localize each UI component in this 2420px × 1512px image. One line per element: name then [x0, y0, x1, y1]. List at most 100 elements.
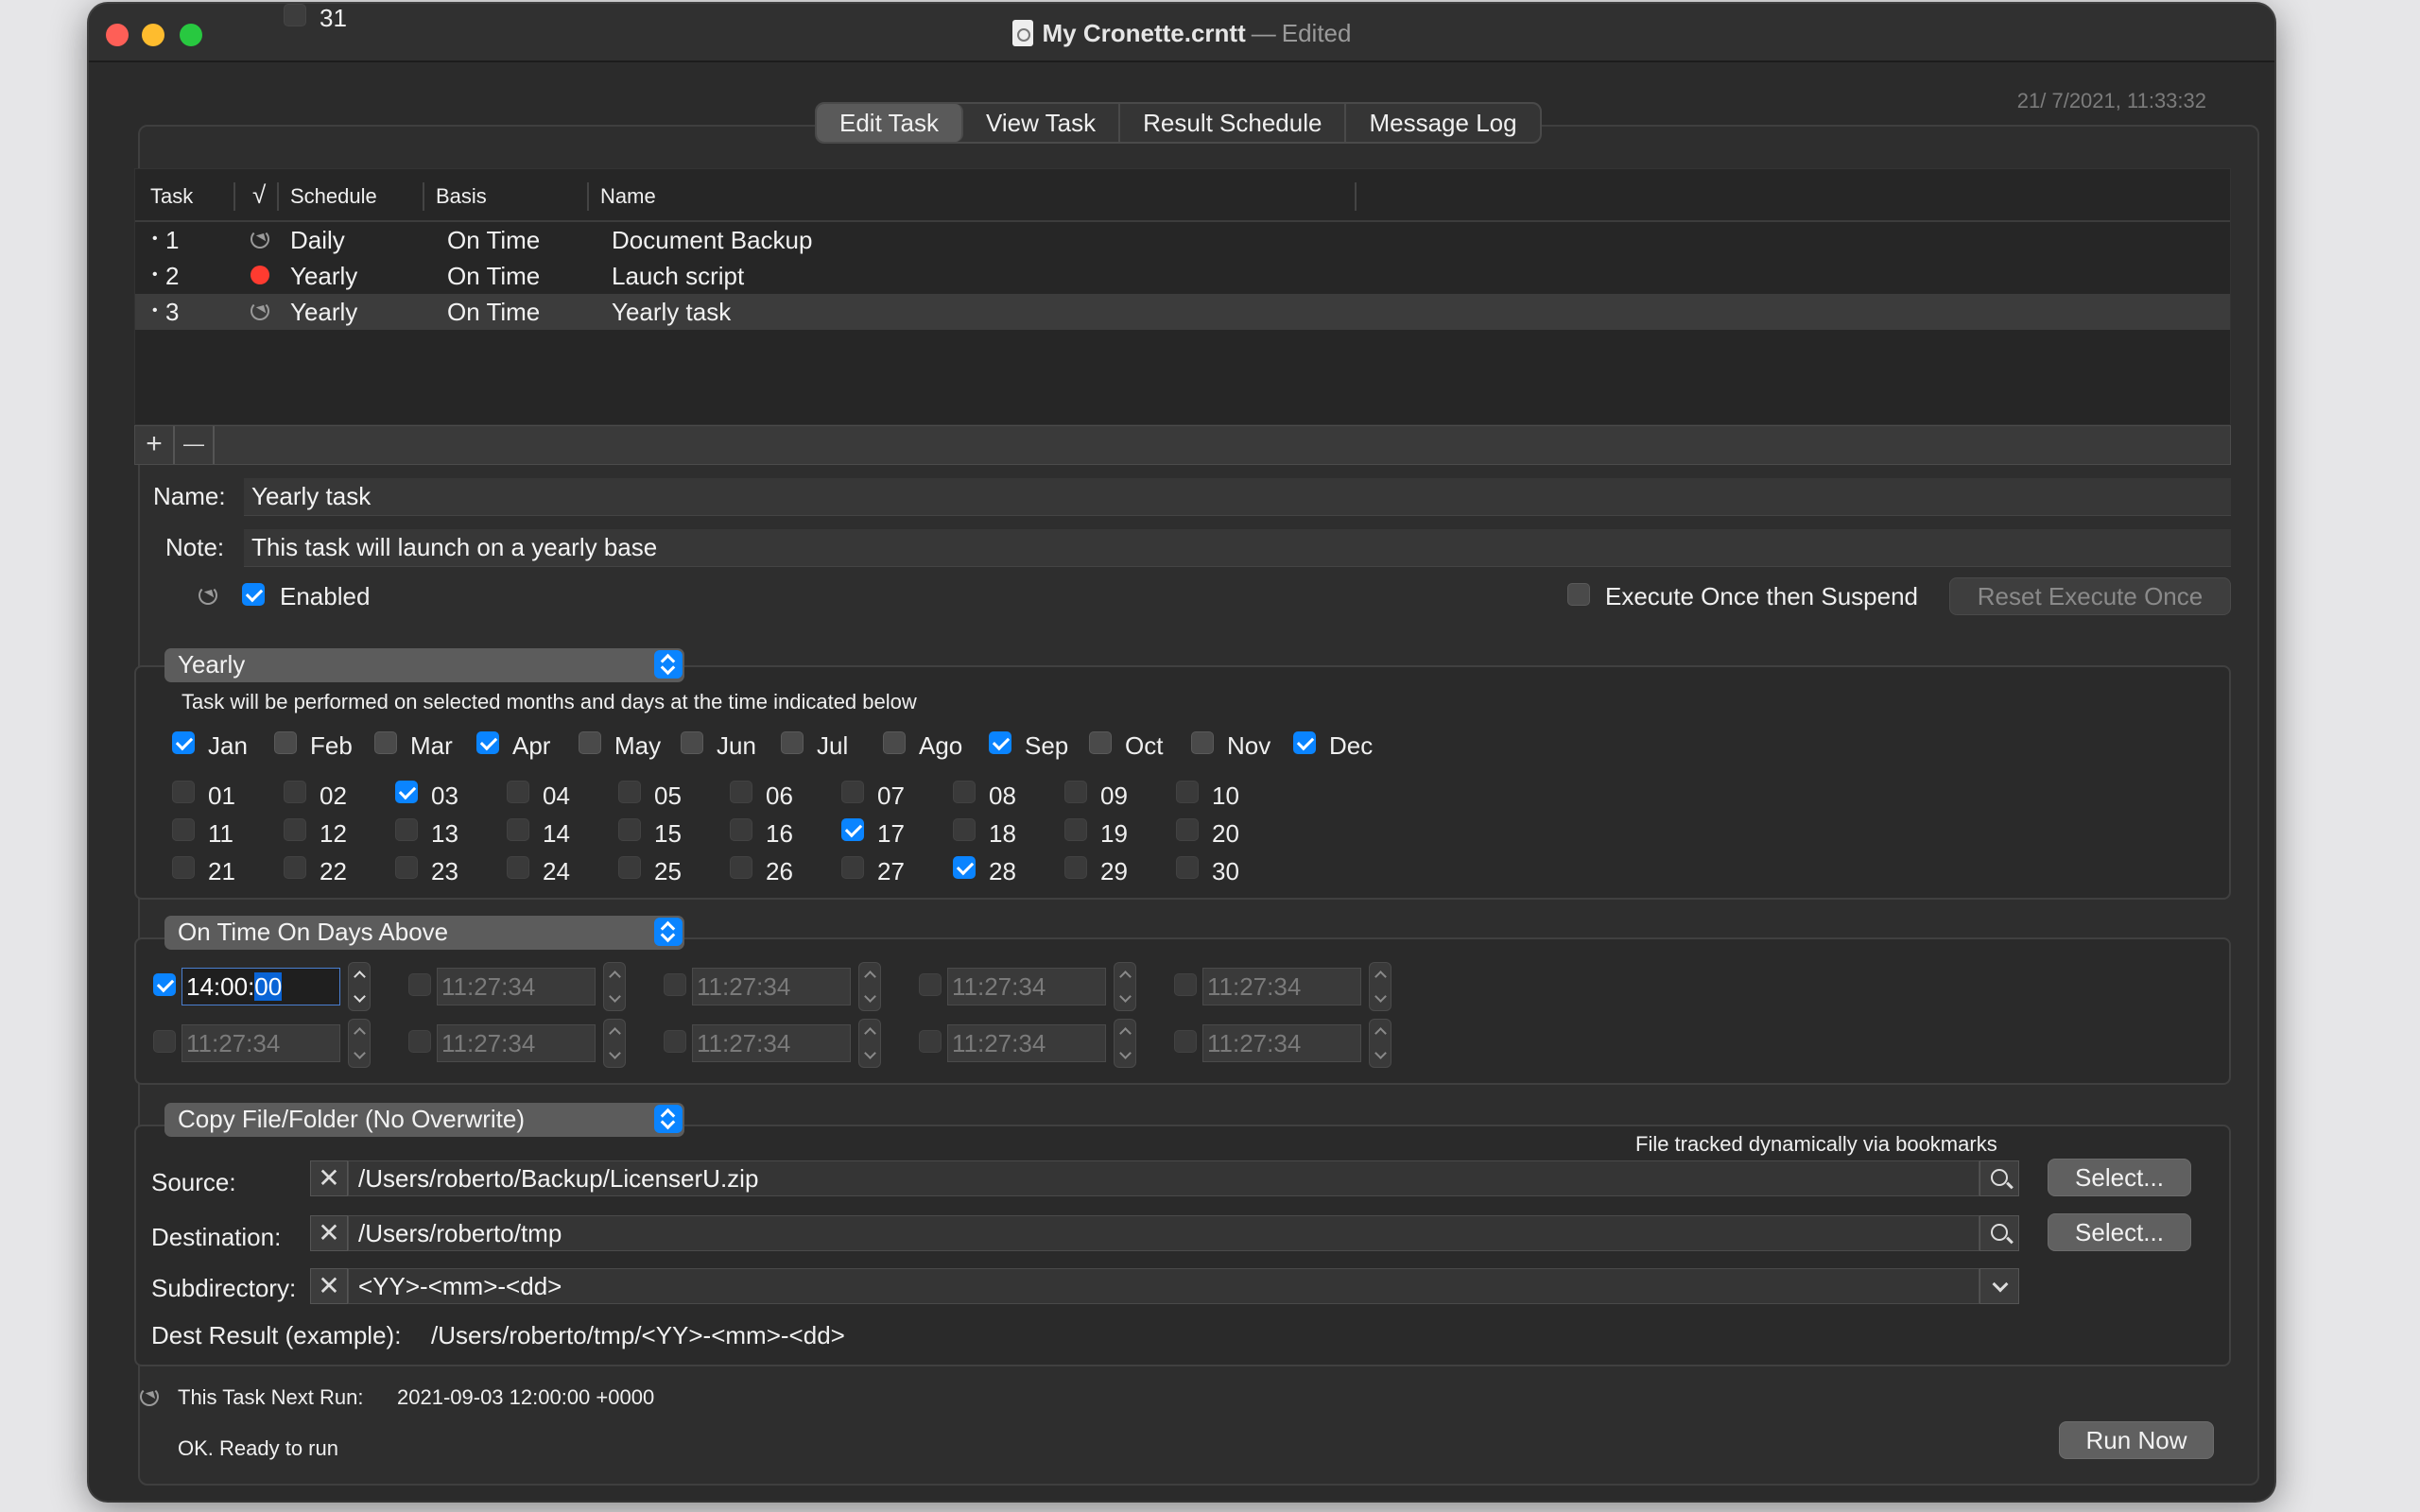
day-checkbox-02[interactable] [284, 781, 306, 803]
enabled-checkbox[interactable] [242, 583, 265, 606]
time-enable-checkbox[interactable] [408, 973, 431, 996]
month-checkbox-jul[interactable] [781, 731, 804, 754]
table-row[interactable]: • 2 Yearly On Time Lauch script [135, 258, 2230, 294]
day-checkbox-22[interactable] [284, 856, 306, 879]
day-checkbox-11[interactable] [172, 818, 195, 841]
time-stepper[interactable] [603, 962, 626, 1011]
day-checkbox-12[interactable] [284, 818, 306, 841]
time-enable-checkbox[interactable] [919, 973, 942, 996]
day-checkbox-26[interactable] [730, 856, 752, 879]
day-checkbox-20[interactable] [1176, 818, 1199, 841]
column-basis[interactable]: Basis [436, 184, 487, 209]
tab-result-schedule[interactable]: Result Schedule [1120, 104, 1347, 142]
chevron-down-icon[interactable] [1979, 1268, 2019, 1304]
month-checkbox-jan[interactable] [172, 731, 195, 754]
destination-search-icon[interactable] [1979, 1215, 2019, 1251]
day-checkbox-21[interactable] [172, 856, 195, 879]
month-checkbox-dec[interactable] [1293, 731, 1316, 754]
day-checkbox-23[interactable] [395, 856, 418, 879]
tab-view-task[interactable]: View Task [963, 104, 1121, 142]
column-name[interactable]: Name [600, 184, 656, 209]
time-field[interactable]: 14:00:00 [182, 968, 340, 1005]
time-stepper[interactable] [1114, 962, 1136, 1011]
day-checkbox-18[interactable] [953, 818, 976, 841]
tab-message-log[interactable]: Message Log [1346, 104, 1539, 142]
destination-select-button[interactable]: Select... [2048, 1213, 2191, 1251]
day-checkbox-01[interactable] [172, 781, 195, 803]
day-checkbox-13[interactable] [395, 818, 418, 841]
time-enable-checkbox[interactable] [153, 973, 176, 996]
source-search-icon[interactable] [1979, 1160, 2019, 1196]
source-path-field[interactable]: /Users/roberto/Backup/LicenserU.zip [348, 1160, 1979, 1196]
month-checkbox-sep[interactable] [989, 731, 1011, 754]
timing-type-popup[interactable]: On Time On Days Above [164, 916, 684, 950]
day-checkbox-16[interactable] [730, 818, 752, 841]
day-checkbox-29[interactable] [1064, 856, 1087, 879]
time-stepper[interactable] [1369, 1019, 1392, 1068]
month-checkbox-mar[interactable] [374, 731, 397, 754]
day-checkbox-28[interactable] [953, 856, 976, 879]
time-enable-checkbox[interactable] [664, 973, 686, 996]
clear-destination-button[interactable]: ✕ [310, 1215, 348, 1251]
month-checkbox-nov[interactable] [1191, 731, 1214, 754]
month-checkbox-apr[interactable] [476, 731, 499, 754]
add-task-button[interactable]: + [135, 426, 175, 464]
time-field[interactable]: 11:27:34 [947, 1024, 1106, 1062]
time-enable-checkbox[interactable] [1174, 1030, 1197, 1053]
table-row[interactable]: • 1 Daily On Time Document Backup [135, 222, 2230, 258]
clear-source-button[interactable]: ✕ [310, 1160, 348, 1196]
remove-task-button[interactable]: — [175, 426, 215, 464]
day-checkbox-07[interactable] [841, 781, 864, 803]
month-checkbox-feb[interactable] [274, 731, 297, 754]
source-select-button[interactable]: Select... [2048, 1159, 2191, 1196]
day-checkbox-15[interactable] [618, 818, 641, 841]
time-stepper[interactable] [858, 1019, 881, 1068]
time-field[interactable]: 11:27:34 [1202, 968, 1361, 1005]
time-field[interactable]: 11:27:34 [692, 968, 851, 1005]
note-field[interactable]: This task will launch on a yearly base [244, 529, 2231, 567]
time-enable-checkbox[interactable] [1174, 973, 1197, 996]
run-now-button[interactable]: Run Now [2059, 1421, 2214, 1459]
time-stepper[interactable] [1114, 1019, 1136, 1068]
time-stepper[interactable] [348, 962, 371, 1011]
month-checkbox-jun[interactable] [681, 731, 703, 754]
time-field[interactable]: 11:27:34 [1202, 1024, 1361, 1062]
tab-edit-task[interactable]: Edit Task [817, 104, 964, 142]
time-stepper[interactable] [1369, 962, 1392, 1011]
time-enable-checkbox[interactable] [664, 1030, 686, 1053]
reset-execute-once-button[interactable]: Reset Execute Once [1949, 577, 2231, 615]
time-enable-checkbox[interactable] [408, 1030, 431, 1053]
month-checkbox-oct[interactable] [1089, 731, 1112, 754]
day-checkbox-09[interactable] [1064, 781, 1087, 803]
schedule-type-popup[interactable]: Yearly [164, 648, 684, 682]
day-checkbox-19[interactable] [1064, 818, 1087, 841]
time-enable-checkbox[interactable] [919, 1030, 942, 1053]
column-schedule[interactable]: Schedule [290, 184, 377, 209]
day-checkbox-17[interactable] [841, 818, 864, 841]
month-checkbox-may[interactable] [579, 731, 601, 754]
clear-subdirectory-button[interactable]: ✕ [310, 1268, 348, 1304]
day-checkbox-24[interactable] [507, 856, 529, 879]
month-checkbox-ago[interactable] [883, 731, 906, 754]
day-checkbox-30[interactable] [1176, 856, 1199, 879]
day-checkbox-08[interactable] [953, 781, 976, 803]
subdirectory-field[interactable]: <YY>-<mm>-<dd> [348, 1268, 1979, 1304]
time-stepper[interactable] [348, 1019, 371, 1068]
column-task[interactable]: Task [150, 184, 193, 209]
day-checkbox-10[interactable] [1176, 781, 1199, 803]
time-enable-checkbox[interactable] [153, 1030, 176, 1053]
time-field[interactable]: 11:27:34 [182, 1024, 340, 1062]
day-checkbox-14[interactable] [507, 818, 529, 841]
time-field[interactable]: 11:27:34 [437, 968, 596, 1005]
day-checkbox-05[interactable] [618, 781, 641, 803]
day-checkbox-06[interactable] [730, 781, 752, 803]
name-field[interactable]: Yearly task [244, 478, 2231, 516]
action-type-popup[interactable]: Copy File/Folder (No Overwrite) [164, 1103, 684, 1137]
column-check[interactable]: √ [252, 180, 266, 210]
time-field[interactable]: 11:27:34 [692, 1024, 851, 1062]
execute-once-checkbox[interactable] [1567, 583, 1590, 606]
time-field[interactable]: 11:27:34 [437, 1024, 596, 1062]
table-row-selected[interactable]: • 3 Yearly On Time Yearly task [135, 294, 2230, 330]
day-checkbox-31[interactable] [284, 4, 306, 26]
time-stepper[interactable] [858, 962, 881, 1011]
